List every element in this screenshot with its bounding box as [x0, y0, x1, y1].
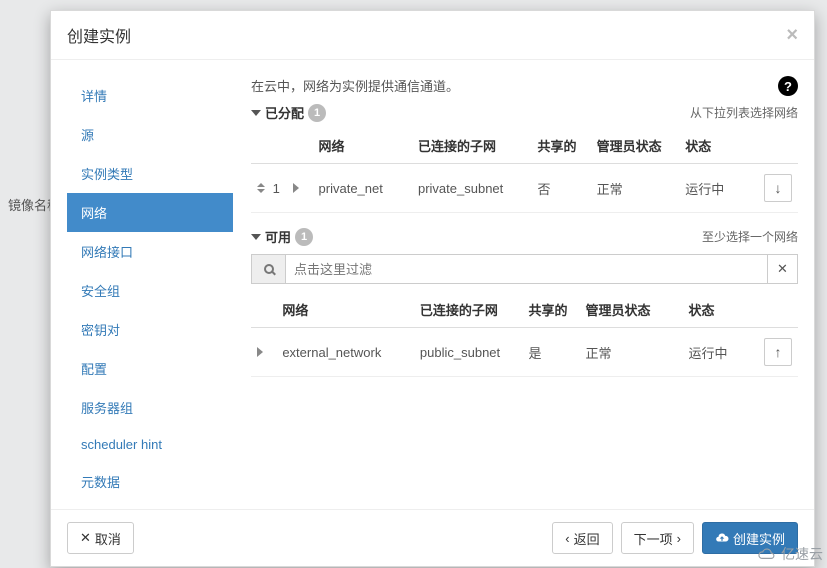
sidebar-item-2[interactable]: 实例类型	[67, 154, 233, 193]
sidebar-item-10[interactable]: 元数据	[67, 462, 233, 501]
cloud-icon	[755, 547, 777, 561]
col-status: 状态	[683, 292, 758, 328]
cell-admin: 正常	[580, 328, 683, 377]
col-status: 状态	[679, 128, 758, 164]
chevron-down-icon	[251, 234, 261, 240]
col-admin: 管理员状态	[580, 292, 683, 328]
col-shared: 共享的	[522, 292, 579, 328]
sidebar-item-4[interactable]: 网络接口	[67, 232, 233, 271]
cell-status: 运行中	[683, 328, 758, 377]
cell-network: private_net	[313, 164, 412, 213]
allocated-header: 已分配 1 从下拉列表选择网络	[251, 103, 798, 122]
modal-title: 创建实例	[67, 23, 131, 47]
next-button[interactable]: 下一项 ›	[621, 522, 694, 554]
close-icon[interactable]: ×	[786, 25, 798, 45]
allocated-label: 已分配	[265, 103, 304, 122]
col-expand	[251, 292, 276, 328]
sidebar-item-7[interactable]: 配置	[67, 349, 233, 388]
cell-shared: 是	[522, 328, 579, 377]
remove-row-button[interactable]: ↓	[764, 174, 792, 202]
col-expand	[287, 128, 313, 164]
allocated-table: 网络 已连接的子网 共享的 管理员状态 状态 1 private_net pri…	[251, 128, 798, 213]
cell-subnet: public_subnet	[414, 328, 523, 377]
table-row: 1 private_net private_subnet 否 正常 运行中 ↓	[251, 164, 798, 213]
reorder-icon[interactable]	[257, 183, 269, 193]
help-icon[interactable]: ?	[778, 76, 798, 96]
cell-status: 运行中	[679, 164, 758, 213]
modal-body: 详情源实例类型网络网络接口安全组密钥对配置服务器组scheduler hint元…	[51, 60, 814, 509]
allocated-hint: 从下拉列表选择网络	[690, 104, 798, 121]
expand-row-icon[interactable]	[293, 183, 299, 193]
sidebar-item-5[interactable]: 安全组	[67, 271, 233, 310]
add-row-button[interactable]: ↑	[764, 338, 792, 366]
cell-network: external_network	[276, 328, 414, 377]
sidebar-item-3[interactable]: 网络	[67, 193, 233, 232]
create-instance-modal: 创建实例 × 详情源实例类型网络网络接口安全组密钥对配置服务器组schedule…	[50, 10, 815, 567]
col-network: 网络	[313, 128, 412, 164]
search-icon	[251, 254, 285, 284]
table-row: external_network public_subnet 是 正常 运行中 …	[251, 328, 798, 377]
clear-filter-icon[interactable]: ✕	[768, 254, 798, 284]
watermark: 亿速云	[755, 544, 823, 564]
back-button[interactable]: ‹ 返回	[552, 522, 612, 554]
available-title[interactable]: 可用 1	[251, 227, 313, 246]
col-order	[251, 128, 287, 164]
cloud-upload-icon	[715, 531, 729, 545]
row-order[interactable]: 1	[251, 164, 287, 213]
modal-footer: ✕ 取消 ‹ 返回 下一项 › 创建实例	[51, 509, 814, 566]
available-hint: 至少选择一个网络	[702, 228, 798, 245]
col-action	[758, 128, 798, 164]
filter-input[interactable]	[285, 254, 768, 284]
allocated-title[interactable]: 已分配 1	[251, 103, 326, 122]
sidebar-item-8[interactable]: 服务器组	[67, 388, 233, 427]
col-subnet: 已连接的子网	[412, 128, 531, 164]
chevron-down-icon	[251, 110, 261, 116]
panel-description: 在云中，网络为实例提供通信通道。	[251, 76, 798, 95]
cell-subnet: private_subnet	[412, 164, 531, 213]
allocated-count-badge: 1	[308, 104, 326, 122]
sidebar-item-9[interactable]: scheduler hint	[67, 427, 233, 462]
modal-header: 创建实例 ×	[51, 11, 814, 60]
available-count-badge: 1	[295, 228, 313, 246]
sidebar-item-1[interactable]: 源	[67, 115, 233, 154]
available-label: 可用	[265, 227, 291, 246]
col-action	[758, 292, 798, 328]
col-network: 网络	[276, 292, 414, 328]
col-shared: 共享的	[531, 128, 590, 164]
expand-row-icon[interactable]	[257, 347, 263, 357]
cell-shared: 否	[531, 164, 590, 213]
col-subnet: 已连接的子网	[414, 292, 523, 328]
col-admin: 管理员状态	[591, 128, 680, 164]
sidebar-item-6[interactable]: 密钥对	[67, 310, 233, 349]
sidebar-item-0[interactable]: 详情	[67, 76, 233, 115]
filter-row: ✕	[251, 254, 798, 284]
cell-admin: 正常	[591, 164, 680, 213]
available-table: 网络 已连接的子网 共享的 管理员状态 状态 external_network …	[251, 292, 798, 377]
main-panel: ? 在云中，网络为实例提供通信通道。 已分配 1 从下拉列表选择网络 网络 已连…	[233, 76, 798, 501]
available-header: 可用 1 至少选择一个网络	[251, 227, 798, 246]
cancel-button[interactable]: ✕ 取消	[67, 522, 134, 554]
wizard-sidebar: 详情源实例类型网络网络接口安全组密钥对配置服务器组scheduler hint元…	[67, 76, 233, 501]
